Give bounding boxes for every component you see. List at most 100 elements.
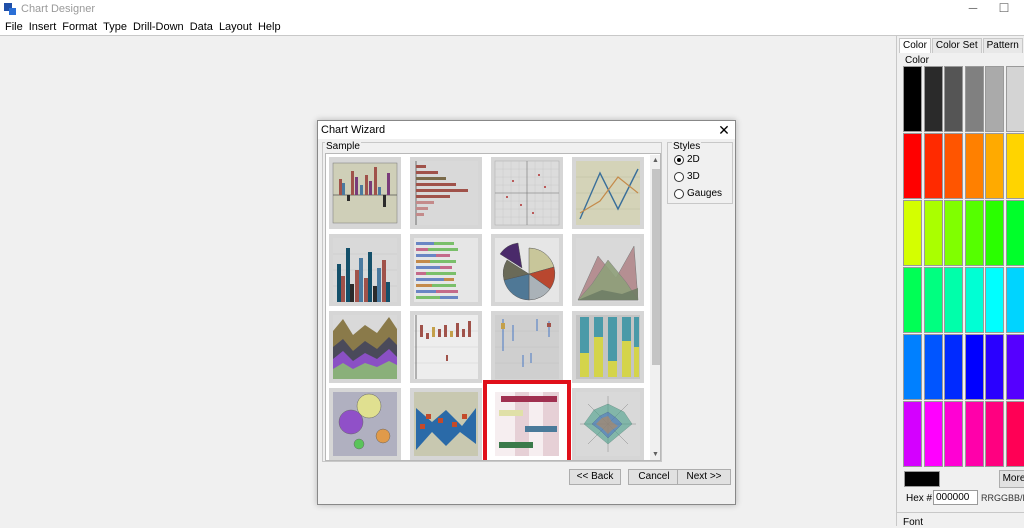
- line-chart-thumbnail[interactable]: [572, 157, 644, 229]
- menu-data[interactable]: Data: [187, 19, 216, 36]
- menu-file[interactable]: File: [2, 19, 26, 36]
- bubble-chart-thumbnail[interactable]: [329, 388, 401, 460]
- menu-layout[interactable]: Layout: [216, 19, 255, 36]
- color-swatch[interactable]: [985, 401, 1004, 467]
- hex-format-label: RRGGBB/RGI: [981, 493, 1024, 503]
- color-swatch[interactable]: [985, 200, 1004, 266]
- tab-color[interactable]: Color: [899, 38, 931, 53]
- app-icon: [4, 3, 16, 15]
- color-swatch[interactable]: [985, 267, 1004, 333]
- color-swatch[interactable]: [965, 200, 984, 266]
- radio-2d[interactable]: [674, 155, 684, 165]
- color-swatch[interactable]: [1006, 401, 1024, 467]
- color-swatch[interactable]: [924, 133, 943, 199]
- maximize-icon[interactable]: ☐: [997, 1, 1011, 17]
- color-section-label: Color: [905, 55, 929, 66]
- stacked-bar-chart-thumbnail[interactable]: [329, 234, 401, 306]
- radio-3d[interactable]: [674, 172, 684, 182]
- color-swatch[interactable]: [1006, 200, 1024, 266]
- dialog-title-bar: Chart Wizard ✕: [318, 121, 735, 139]
- panel-tabs: Color Color Set Pattern: [899, 38, 1024, 53]
- style-3d-option[interactable]: 3D: [674, 171, 700, 182]
- menu-format[interactable]: Format: [59, 19, 100, 36]
- stacked-horizontal-bar-chart-thumbnail[interactable]: [410, 234, 482, 306]
- color-swatch[interactable]: [944, 334, 963, 400]
- color-swatch[interactable]: [985, 133, 1004, 199]
- menu-drill-down[interactable]: Drill-Down: [130, 19, 187, 36]
- color-swatch[interactable]: [1006, 334, 1024, 400]
- styles-label: Styles: [672, 141, 701, 152]
- minimize-icon[interactable]: ─: [966, 1, 980, 17]
- area-chart-thumbnail[interactable]: [572, 234, 644, 306]
- title-bar: Chart Designer ─ ☐: [0, 0, 1024, 19]
- bar-chart-thumbnail[interactable]: [329, 157, 401, 229]
- stacked-bar-chart-icon: [329, 234, 401, 306]
- gantt-chart-icon: [491, 388, 563, 460]
- stacked-100-bar-chart-thumbnail[interactable]: [572, 311, 644, 383]
- menu-type[interactable]: Type: [100, 19, 130, 36]
- hilo-chart-thumbnail[interactable]: [410, 311, 482, 383]
- stacked-horizontal-bar-chart-icon: [410, 234, 482, 306]
- color-swatch[interactable]: [903, 133, 922, 199]
- color-swatch[interactable]: [924, 200, 943, 266]
- scatter-chart-thumbnail[interactable]: [491, 157, 563, 229]
- color-swatch[interactable]: [965, 401, 984, 467]
- scroll-thumb[interactable]: [652, 169, 660, 365]
- style-2d-option[interactable]: 2D: [674, 154, 700, 165]
- sample-scrollbar[interactable]: ▲ ▼: [650, 155, 661, 460]
- color-swatch[interactable]: [965, 334, 984, 400]
- color-swatch[interactable]: [965, 66, 984, 132]
- color-swatch[interactable]: [944, 133, 963, 199]
- menu-bar: File Insert Format Type Drill-Down Data …: [0, 19, 1024, 36]
- back-button[interactable]: << Back: [569, 469, 621, 485]
- color-swatch[interactable]: [903, 200, 922, 266]
- line-chart-icon: [572, 157, 644, 229]
- radar-chart-thumbnail[interactable]: [572, 388, 644, 460]
- hilo-chart-icon: [410, 311, 482, 383]
- color-swatch[interactable]: [1006, 267, 1024, 333]
- color-palette: [903, 66, 1024, 469]
- hex-label: Hex #: [906, 493, 932, 504]
- gantt-chart-thumbnail[interactable]: [491, 388, 563, 460]
- color-swatch[interactable]: [985, 334, 1004, 400]
- color-swatch[interactable]: [924, 401, 943, 467]
- color-swatch[interactable]: [944, 66, 963, 132]
- color-swatch[interactable]: [1006, 66, 1024, 132]
- style-gauges-label: Gauges: [687, 188, 722, 199]
- color-swatch[interactable]: [924, 66, 943, 132]
- chart-type-list: ▲ ▼: [325, 153, 661, 461]
- menu-help[interactable]: Help: [255, 19, 284, 36]
- color-swatch[interactable]: [924, 267, 943, 333]
- tab-pattern[interactable]: Pattern: [983, 38, 1023, 53]
- menu-insert[interactable]: Insert: [26, 19, 60, 36]
- overlay-chart-thumbnail[interactable]: [410, 388, 482, 460]
- stacked-100-bar-chart-icon: [572, 311, 644, 383]
- color-swatch[interactable]: [965, 133, 984, 199]
- scroll-up-icon[interactable]: ▲: [650, 155, 661, 166]
- style-gauges-option[interactable]: Gauges: [674, 188, 722, 199]
- color-swatch[interactable]: [903, 401, 922, 467]
- color-swatch[interactable]: [944, 401, 963, 467]
- color-swatch[interactable]: [944, 200, 963, 266]
- stacked-area-chart-thumbnail[interactable]: [329, 311, 401, 383]
- color-swatch[interactable]: [965, 267, 984, 333]
- candlestick-chart-thumbnail[interactable]: [491, 311, 563, 383]
- scroll-down-icon[interactable]: ▼: [650, 449, 661, 460]
- cancel-button[interactable]: Cancel: [628, 469, 680, 485]
- color-swatch[interactable]: [924, 334, 943, 400]
- pie-chart-thumbnail[interactable]: [491, 234, 563, 306]
- color-swatch[interactable]: [1006, 133, 1024, 199]
- hex-input[interactable]: [933, 490, 978, 505]
- color-swatch[interactable]: [903, 267, 922, 333]
- tab-color-set[interactable]: Color Set: [932, 38, 982, 53]
- radio-gauges[interactable]: [674, 189, 684, 199]
- next-button[interactable]: Next >>: [677, 469, 731, 485]
- close-icon[interactable]: ✕: [716, 122, 732, 138]
- color-swatch[interactable]: [985, 66, 1004, 132]
- overlay-chart-icon: [410, 388, 482, 460]
- color-swatch[interactable]: [903, 334, 922, 400]
- color-swatch[interactable]: [903, 66, 922, 132]
- more-colors-button[interactable]: More: [999, 470, 1024, 488]
- color-swatch[interactable]: [944, 267, 963, 333]
- horizontal-bar-chart-thumbnail[interactable]: [410, 157, 482, 229]
